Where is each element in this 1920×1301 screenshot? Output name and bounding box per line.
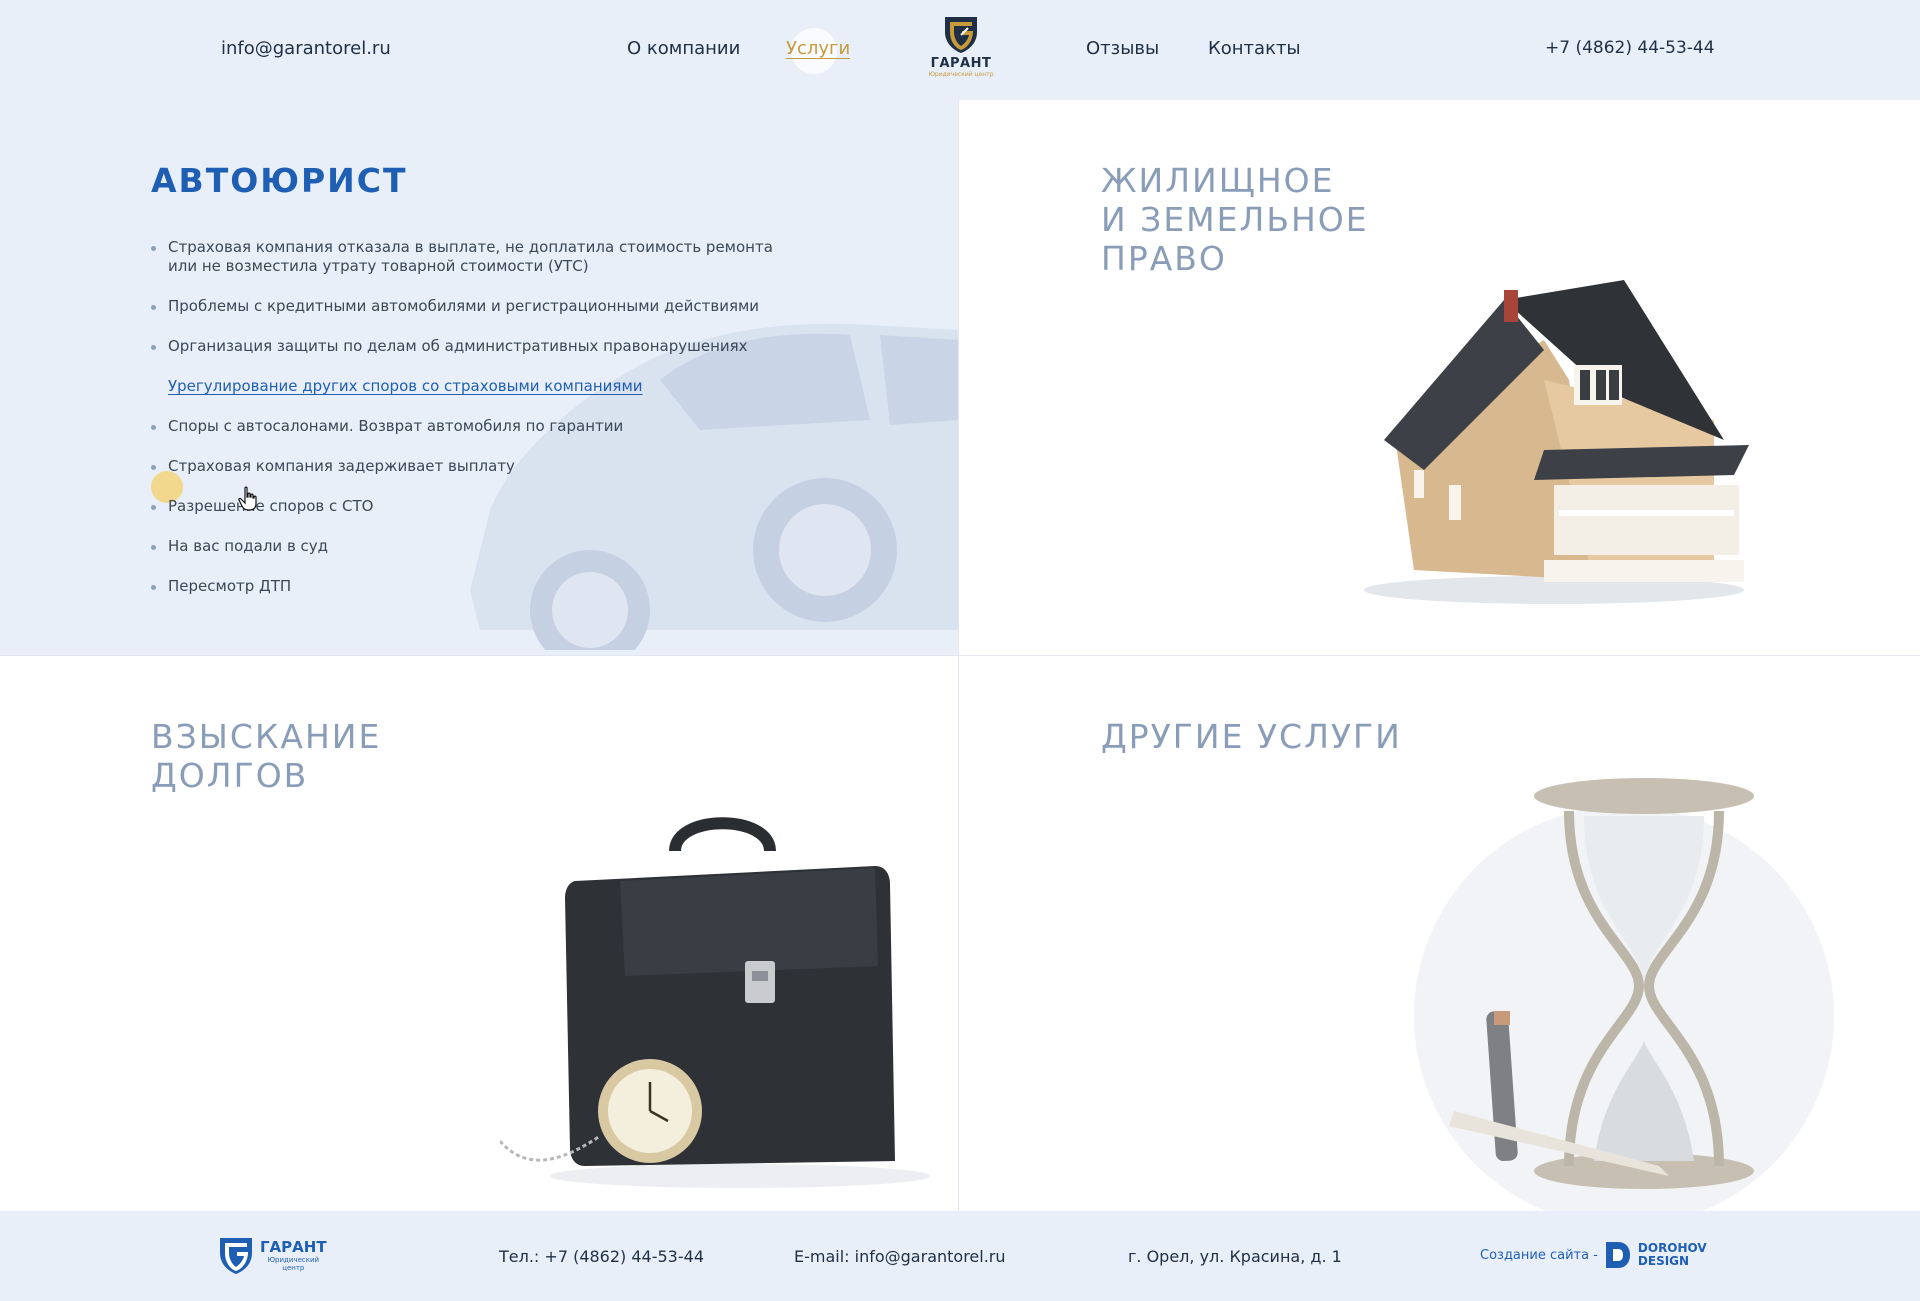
footer-logo[interactable]: ГАРАНТ Юридический центр (218, 1235, 327, 1275)
header-email-link[interactable]: info@garantorel.ru (221, 38, 391, 59)
nav-item-reviews[interactable]: Отзывы (1086, 38, 1159, 59)
list-item-active[interactable]: Урегулирование других споров со страховы… (150, 377, 790, 396)
list-item[interactable]: Пересмотр ДТП (150, 577, 790, 596)
panel-title-debts: ВЗЫСКАНИЕ ДОЛГОВ (151, 717, 382, 795)
footer-logo-subtitle: Юридический центр (267, 1256, 320, 1272)
footer-address: г. Орел, ул. Красина, д. 1 (1128, 1247, 1342, 1266)
nav-item-services[interactable]: Услуги (786, 38, 850, 59)
footer-email-link[interactable]: E-mail: info@garantorel.ru (794, 1247, 1006, 1266)
shield-logo-icon (220, 1238, 252, 1274)
service-panel-debts[interactable]: ВЗЫСКАНИЕ ДОЛГОВ (0, 656, 958, 1211)
list-item[interactable]: На вас подали в суд (150, 537, 790, 556)
developer-credit-link[interactable]: Создание сайта - DOROHOV DESIGN (1480, 1240, 1707, 1270)
auto-services-list: Страховая компания отказала в выплате, н… (150, 238, 790, 617)
house-illustration (1364, 280, 1749, 604)
shield-logo-icon (945, 17, 977, 53)
list-item[interactable]: Споры с автосалонами. Возврат автомобиля… (150, 417, 790, 436)
nav-item-contacts[interactable]: Контакты (1208, 38, 1301, 59)
service-panel-other[interactable]: ДРУГИЕ УСЛУГИ (959, 656, 1920, 1211)
logo-name: ГАРАНТ (930, 56, 992, 71)
footer-logo-name: ГАРАНТ (260, 1238, 327, 1256)
briefcase-illustration (500, 817, 930, 1188)
credit-label: Создание сайта - (1480, 1247, 1598, 1263)
list-item[interactable]: Организация защиты по делам об администр… (150, 337, 790, 356)
panel-title-other: ДРУГИЕ УСЛУГИ (1101, 717, 1402, 756)
logo-subtitle: Юридический центр (928, 71, 994, 78)
header-phone-link[interactable]: +7 (4862) 44-53-44 (1545, 38, 1715, 58)
panel-title-auto: АВТОЮРИСТ (151, 161, 408, 200)
list-item[interactable]: Проблемы с кредитными автомобилями и рег… (150, 297, 790, 316)
service-panel-housing[interactable]: ЖИЛИЩНОЕ И ЗЕМЕЛЬНОЕ ПРАВО (959, 100, 1920, 655)
list-item[interactable]: Страховая компания задерживает выплату (150, 457, 790, 476)
panel-divider-horizontal (0, 655, 1920, 656)
credit-name: DOROHOV DESIGN (1637, 1241, 1707, 1268)
footer-logo-text: ГАРАНТ Юридический центр (260, 1238, 327, 1272)
dorohov-logo-icon (1605, 1242, 1630, 1268)
list-item[interactable]: Страховая компания отказала в выплате, н… (150, 238, 790, 276)
service-panel-auto[interactable]: АВТОЮРИСТ Страховая компания отказала в … (0, 100, 958, 655)
site-footer: ГАРАНТ Юридический центр Тел.: +7 (4862)… (0, 1211, 1920, 1301)
panel-title-housing: ЖИЛИЩНОЕ И ЗЕМЕЛЬНОЕ ПРАВО (1101, 161, 1369, 278)
nav-item-about[interactable]: О компании (627, 38, 740, 59)
footer-phone-link[interactable]: Тел.: +7 (4862) 44-53-44 (499, 1247, 704, 1266)
site-header: info@garantorel.ru О компании Услуги ГАР… (0, 0, 1920, 100)
header-logo[interactable]: ГАРАНТ Юридический центр (916, 14, 1006, 86)
hand-pointer-icon (238, 486, 257, 511)
hourglass-illustration (1414, 778, 1834, 1211)
